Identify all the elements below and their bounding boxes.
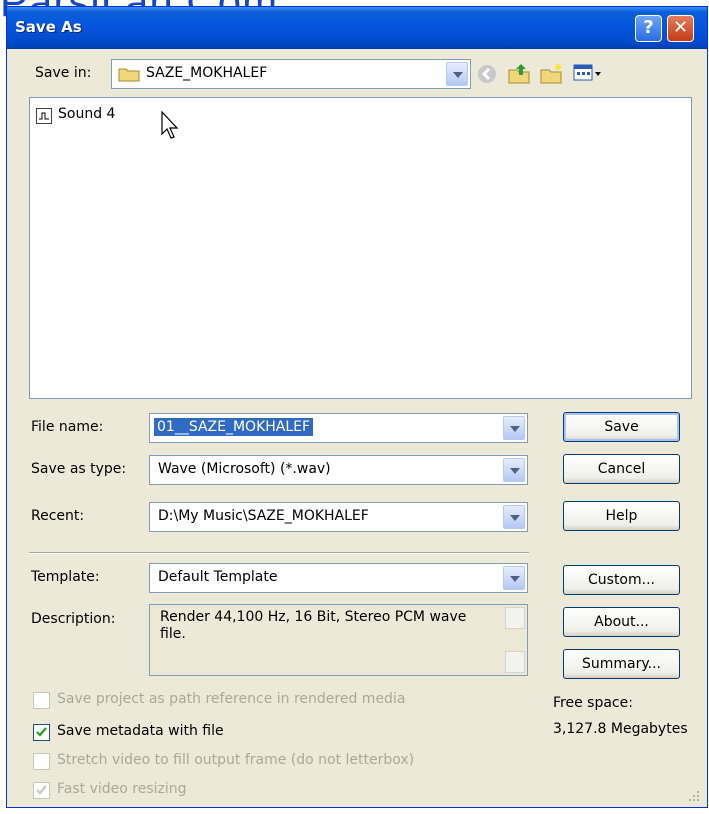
file-name-label: File name: bbox=[31, 419, 104, 435]
chevron-down-icon[interactable] bbox=[503, 566, 525, 590]
recent-value: D:\My Music\SAZE_MOKHALEF bbox=[158, 508, 369, 524]
cancel-button[interactable]: Cancel bbox=[563, 454, 680, 484]
free-space-label: Free space: bbox=[553, 695, 633, 711]
checkbox-checked[interactable] bbox=[33, 724, 50, 741]
folder-icon bbox=[118, 66, 140, 86]
mouse-cursor-icon bbox=[160, 110, 182, 144]
save-as-type-label: Save as type: bbox=[31, 461, 127, 477]
view-menu-icon[interactable] bbox=[573, 63, 603, 87]
audio-file-icon bbox=[36, 108, 52, 128]
template-value: Default Template bbox=[158, 569, 278, 585]
dialog-title: Save As bbox=[15, 18, 82, 36]
up-folder-icon[interactable] bbox=[507, 62, 531, 88]
recent-dropdown[interactable]: D:\My Music\SAZE_MOKHALEF bbox=[149, 502, 528, 532]
custom-button[interactable]: Custom... bbox=[563, 565, 680, 595]
option-label: Stretch video to fill output frame (do n… bbox=[57, 752, 415, 768]
file-name-input[interactable]: 01__SAZE_MOKHALEF bbox=[149, 413, 528, 443]
template-dropdown[interactable]: Default Template bbox=[149, 563, 528, 593]
scroll-down-icon[interactable] bbox=[505, 651, 525, 673]
help-button[interactable]: Help bbox=[563, 501, 680, 531]
description-box: Render 44,100 Hz, 16 Bit, Stereo PCM wav… bbox=[149, 604, 528, 676]
save-as-type-value: Wave (Microsoft) (*.wav) bbox=[158, 461, 331, 477]
checkbox[interactable] bbox=[33, 753, 50, 770]
recent-label: Recent: bbox=[31, 508, 85, 524]
description-text: Render 44,100 Hz, 16 Bit, Stereo PCM wav… bbox=[160, 609, 467, 642]
description-label: Description: bbox=[31, 611, 116, 627]
option-label: Save metadata with file bbox=[57, 723, 224, 739]
save-in-value: SAZE_MOKHALEF bbox=[146, 65, 268, 81]
scroll-up-icon[interactable] bbox=[505, 607, 525, 629]
title-close-button[interactable]: ✕ bbox=[667, 15, 694, 42]
file-name-value: 01__SAZE_MOKHALEF bbox=[154, 418, 314, 436]
free-space-value: 3,127.8 Megabytes bbox=[553, 721, 688, 737]
save-in-dropdown[interactable]: SAZE_MOKHALEF bbox=[111, 59, 471, 89]
title-bar[interactable]: Save As ? ✕ bbox=[7, 7, 707, 49]
option-label: Fast video resizing bbox=[57, 781, 187, 797]
new-folder-icon[interactable] bbox=[539, 62, 563, 88]
save-button[interactable]: Save bbox=[563, 412, 680, 442]
option-label: Save project as path reference in render… bbox=[57, 691, 406, 707]
resize-grip-icon[interactable] bbox=[687, 789, 701, 807]
save-in-label: Save in: bbox=[35, 65, 92, 81]
checkbox[interactable] bbox=[33, 692, 50, 709]
chevron-down-icon[interactable] bbox=[503, 458, 525, 482]
save-as-type-dropdown[interactable]: Wave (Microsoft) (*.wav) bbox=[149, 455, 528, 485]
divider bbox=[29, 552, 529, 554]
title-help-button[interactable]: ? bbox=[635, 15, 662, 42]
file-name-label: Sound 4 bbox=[58, 106, 116, 122]
chevron-down-icon[interactable] bbox=[503, 416, 525, 440]
template-label: Template: bbox=[31, 569, 100, 585]
back-icon[interactable] bbox=[477, 64, 497, 88]
about-button[interactable]: About... bbox=[563, 607, 680, 637]
chevron-down-icon[interactable] bbox=[446, 62, 468, 86]
checkbox-checked[interactable] bbox=[33, 782, 50, 799]
save-as-dialog: Save As ? ✕ Save in: SAZE_MOKHALEF Sound… bbox=[6, 6, 708, 808]
summary-button[interactable]: Summary... bbox=[563, 649, 680, 679]
chevron-down-icon[interactable] bbox=[503, 505, 525, 529]
file-list[interactable]: Sound 4 bbox=[29, 97, 692, 399]
